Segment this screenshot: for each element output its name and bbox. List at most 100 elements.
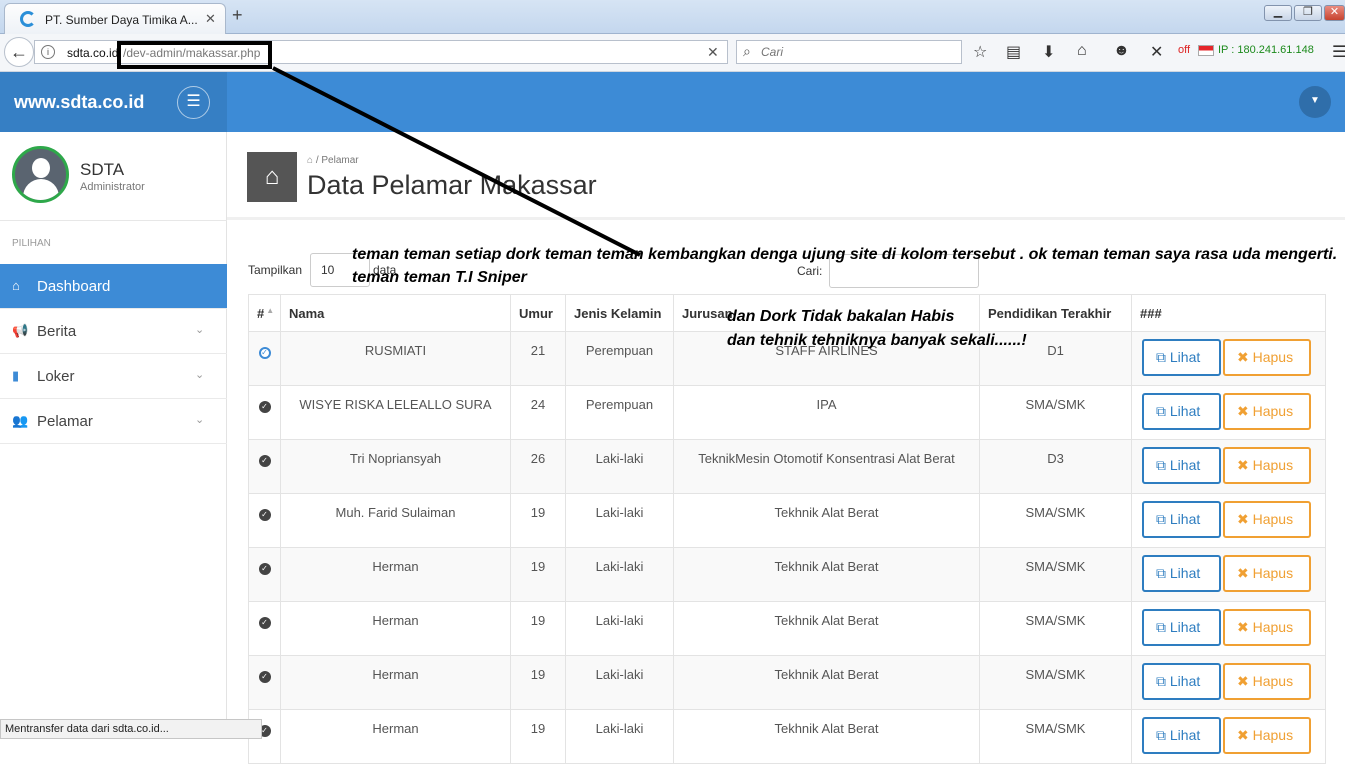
column-header[interactable]: Jenis Kelamin	[565, 294, 674, 332]
table-row[interactable]: ✓ Herman 19 Laki-laki Tekhnik Alat Berat SMA/…	[248, 547, 1326, 602]
sidebar-item-berita[interactable]: 📢 Berita ⌄	[0, 309, 227, 354]
divider	[0, 220, 227, 221]
delete-button[interactable]: ✖ Hapus	[1223, 447, 1311, 484]
applicants-table: # ▲ Nama Umur Jenis Kelamin Jurusan Pendidikan…	[248, 294, 1326, 764]
table-row[interactable]: ✓ Tri Nopriansyah 26 Laki-laki TeknikMesin O…	[248, 439, 1326, 494]
url-highlight-box	[117, 41, 272, 69]
delete-button-label: Hapus	[1252, 403, 1294, 419]
check-circle-icon[interactable]: ✓	[258, 401, 271, 413]
check-circle-icon[interactable]: ✓	[258, 671, 271, 683]
external-link-icon: ⧉	[1156, 457, 1170, 473]
delete-button[interactable]: ✖ Hapus	[1223, 501, 1311, 538]
education-cell: SMA/SMK	[979, 547, 1132, 602]
clear-url-icon[interactable]: ✕	[707, 44, 719, 61]
download-icon[interactable]: ⬇	[1042, 42, 1055, 62]
delete-button-label: Hapus	[1252, 349, 1294, 365]
length-label: Tampilkan	[248, 263, 303, 277]
chat-icon[interactable]: ☻	[1113, 42, 1130, 60]
close-icon: ✖	[1237, 619, 1253, 635]
ip-address: IP : 180.241.61.148	[1218, 44, 1314, 56]
browser-search-input[interactable]	[761, 43, 957, 61]
browser-tab[interactable]: PT. Sumber Daya Timika A... ✕	[4, 3, 226, 34]
row-select-cell[interactable]: ✓	[248, 655, 281, 710]
sidebar-item-dashboard[interactable]: ⌂ Dashboard	[0, 264, 227, 309]
avatar	[12, 146, 69, 203]
sidebar-item-pelamar[interactable]: 👥 Pelamar ⌄	[0, 399, 227, 444]
row-select-cell[interactable]: ✓	[248, 331, 281, 386]
chevron-down-icon: ⌄	[195, 369, 205, 381]
check-circle-icon[interactable]: ✓	[258, 563, 271, 575]
avatar-head	[32, 158, 50, 178]
check-circle-icon[interactable]: ✓	[258, 617, 271, 629]
window-close-button[interactable]: ✕	[1324, 5, 1345, 21]
proxy-status[interactable]: off	[1178, 44, 1190, 56]
sidebar-toggle-button[interactable]: ☰	[177, 86, 210, 119]
breadcrumb-home-icon[interactable]: ⌂	[307, 155, 313, 166]
url-domain: sdta.co.id	[67, 46, 119, 60]
tab-title: PT. Sumber Daya Timika A...	[45, 13, 198, 27]
view-button[interactable]: ⧉ Lihat	[1142, 339, 1221, 376]
info-icon[interactable]: i	[41, 45, 55, 59]
view-button[interactable]: ⧉ Lihat	[1142, 555, 1221, 592]
sort-arrow-icon: ▲	[266, 305, 275, 315]
sidebar-item-label: Pelamar	[37, 413, 93, 430]
page-title: Data Pelamar Makassar	[307, 170, 597, 200]
major-cell: Tekhnik Alat Berat	[673, 655, 980, 710]
delete-button[interactable]: ✖ Hapus	[1223, 609, 1311, 646]
window-minimize-button[interactable]: ▁	[1264, 5, 1292, 21]
home-icon: ⌂	[12, 278, 20, 293]
window-restore-button[interactable]: ❐	[1294, 5, 1322, 21]
column-header[interactable]: Nama	[280, 294, 511, 332]
check-circle-icon[interactable]: ✓	[258, 347, 271, 359]
external-link-icon: ⧉	[1156, 619, 1170, 635]
check-circle-icon[interactable]: ✓	[258, 509, 271, 521]
view-button[interactable]: ⧉ Lihat	[1142, 393, 1221, 430]
delete-button[interactable]: ✖ Hapus	[1223, 339, 1311, 376]
delete-button[interactable]: ✖ Hapus	[1223, 663, 1311, 700]
row-select-cell[interactable]: ✓	[248, 385, 281, 440]
view-button-label: Lihat	[1169, 511, 1201, 527]
view-button[interactable]: ⧉ Lihat	[1142, 501, 1221, 538]
close-icon: ✖	[1237, 457, 1253, 473]
sidebar-item-label: Berita	[37, 323, 77, 340]
chevron-down-icon: ⌄	[195, 324, 205, 336]
new-tab-button[interactable]: +	[232, 5, 243, 26]
browser-search-box[interactable]: ⌕	[736, 40, 962, 64]
table-row[interactable]: ✓ Muh. Farid Sulaiman 19 Laki-laki Tekhnik A…	[248, 493, 1326, 548]
reading-list-icon[interactable]: ▤	[1006, 42, 1021, 62]
back-arrow-icon[interactable]: ←	[4, 37, 34, 67]
bookmark-star-icon[interactable]: ☆	[973, 42, 987, 62]
age-cell: 19	[510, 601, 566, 656]
row-select-cell[interactable]: ✓	[248, 439, 281, 494]
extension-x-icon[interactable]: ✕	[1150, 42, 1163, 62]
hamburger-menu-icon[interactable]: ☰	[1332, 42, 1345, 62]
home-icon[interactable]: ⌂	[1077, 42, 1087, 60]
row-select-cell[interactable]: ✓	[248, 493, 281, 548]
view-button[interactable]: ⧉ Lihat	[1142, 663, 1221, 700]
actions-cell: ⧉ Lihat ✖ Hapus	[1131, 709, 1326, 764]
column-header[interactable]: # ▲	[248, 294, 281, 332]
row-select-cell[interactable]: ✓	[248, 601, 281, 656]
row-select-cell[interactable]: ✓	[248, 547, 281, 602]
table-row[interactable]: ✓ Herman 19 Laki-laki Tekhnik Alat Berat SMA/…	[248, 601, 1326, 656]
view-button[interactable]: ⧉ Lihat	[1142, 609, 1221, 646]
age-cell: 21	[510, 331, 566, 386]
table-row[interactable]: ✓ Herman 19 Laki-laki Tekhnik Alat Berat SMA/…	[248, 709, 1326, 764]
delete-button[interactable]: ✖ Hapus	[1223, 393, 1311, 430]
user-menu-chevron-icon[interactable]: ▼	[1299, 86, 1331, 118]
view-button[interactable]: ⧉ Lihat	[1142, 717, 1221, 754]
column-header[interactable]: ###	[1131, 294, 1326, 332]
table-row[interactable]: ✓ WISYE RISKA LELEALLO SURA 24 Perempuan IPA…	[248, 385, 1326, 440]
delete-button[interactable]: ✖ Hapus	[1223, 717, 1311, 754]
view-button-label: Lihat	[1169, 349, 1201, 365]
column-header[interactable]: Umur	[510, 294, 566, 332]
close-tab-icon[interactable]: ✕	[205, 11, 216, 27]
sidebar-item-loker[interactable]: ▮ Loker ⌄	[0, 354, 227, 399]
view-button[interactable]: ⧉ Lihat	[1142, 447, 1221, 484]
view-button-label: Lihat	[1169, 619, 1201, 635]
check-circle-icon[interactable]: ✓	[258, 455, 271, 467]
brand-logo[interactable]: www.sdta.co.id	[14, 92, 144, 113]
delete-button[interactable]: ✖ Hapus	[1223, 555, 1311, 592]
browser-status-bar: Mentransfer data dari sdta.co.id...	[0, 719, 262, 739]
table-row[interactable]: ✓ Herman 19 Laki-laki Tekhnik Alat Berat SMA/…	[248, 655, 1326, 710]
